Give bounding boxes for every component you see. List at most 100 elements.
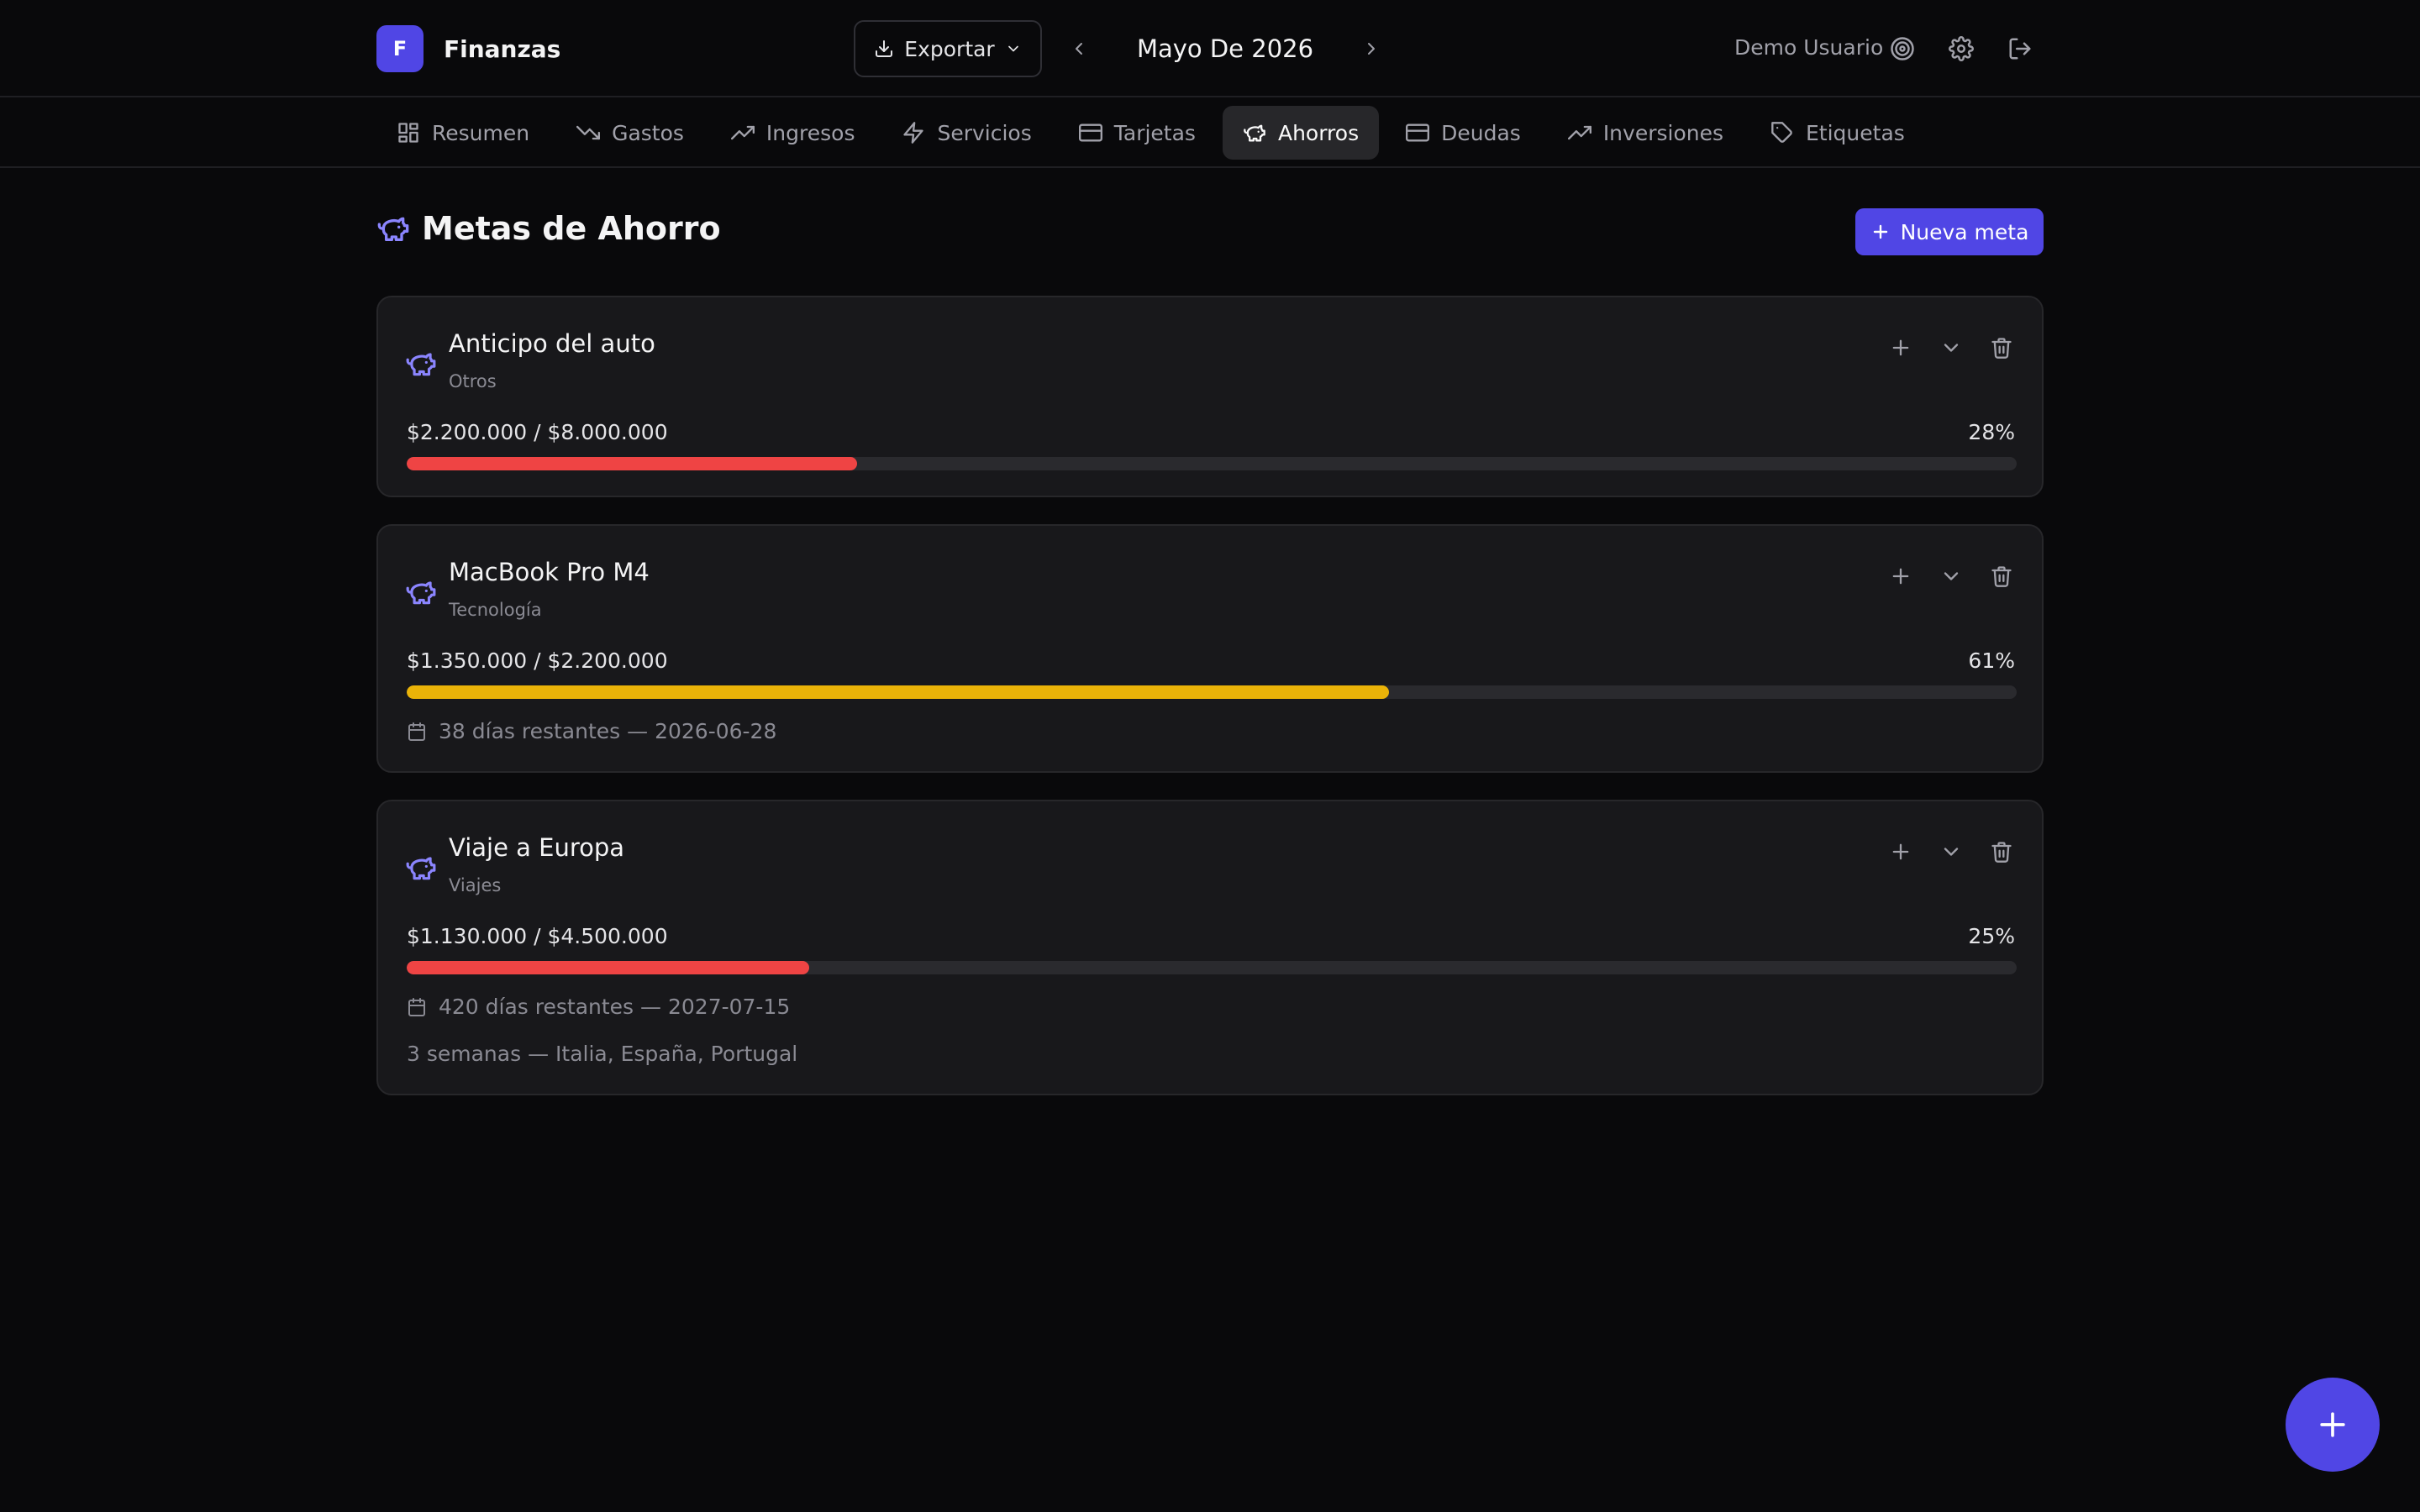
goal-note: 3 semanas — Italia, España, Portugal [407, 1042, 798, 1066]
expand-button[interactable] [1936, 837, 1966, 867]
export-button[interactable]: Exportar [854, 20, 1042, 77]
deadline-text: 420 días restantes — 2027-07-15 [439, 995, 791, 1019]
chevron-left-icon [1069, 39, 1089, 59]
tab-label: Ingresos [765, 120, 855, 145]
piggy-bank-icon [376, 212, 410, 245]
add-contribution-button[interactable] [1886, 333, 1916, 363]
goal-amounts: $2.200.000 / $8.000.000 [407, 420, 668, 444]
top-header: F Finanzas Exportar Mayo De 2026 Demo Us… [0, 0, 2420, 97]
add-contribution-button[interactable] [1886, 837, 1916, 867]
delete-goal-button[interactable] [1986, 837, 2017, 867]
tab-ingresos[interactable]: Ingresos [711, 106, 876, 160]
delete-goal-button[interactable] [1986, 561, 2017, 591]
credit-card-icon [1406, 121, 1430, 144]
new-goal-button[interactable]: Nueva meta [1855, 208, 2044, 255]
progress-track [407, 961, 2017, 974]
goal-deadline: 38 días restantes — 2026-06-28 [407, 719, 776, 743]
trash-icon [1990, 564, 2013, 588]
delete-goal-button[interactable] [1986, 333, 2017, 363]
goal-name: Viaje a Europa [449, 833, 625, 862]
plus-icon [1889, 336, 1912, 360]
chevron-right-icon [1361, 39, 1381, 59]
goal-percent: 61% [1968, 648, 2015, 673]
brand[interactable]: F Finanzas [376, 25, 560, 72]
download-icon [874, 39, 894, 59]
goal-category: Tecnología [449, 600, 542, 620]
trending-up-icon [1567, 121, 1591, 144]
tab-label: Etiquetas [1806, 120, 1905, 145]
progress-track [407, 685, 2017, 699]
goal-percent: 25% [1968, 924, 2015, 948]
goal-card: Anticipo del auto Otros $2.200.000 / $8.… [376, 296, 2044, 497]
piggy-bank-icon [405, 348, 437, 380]
tab-label: Gastos [612, 120, 684, 145]
plus-icon [2314, 1406, 2351, 1443]
page-title: Metas de Ahorro [422, 210, 721, 247]
credit-card-icon [1078, 121, 1102, 144]
tab-gastos[interactable]: Gastos [556, 106, 704, 160]
brand-logo: F [376, 25, 424, 72]
tab-tarjetas[interactable]: Tarjetas [1059, 106, 1216, 160]
goal-category: Otros [449, 371, 497, 391]
plus-icon [1870, 222, 1891, 242]
goal-deadline: 420 días restantes — 2027-07-15 [407, 995, 790, 1019]
progress-fill [407, 961, 809, 974]
progress-fill [407, 685, 1389, 699]
goal-amounts: $1.130.000 / $4.500.000 [407, 924, 668, 948]
goals-target-button[interactable] [1887, 34, 1918, 64]
tab-label: Resumen [432, 120, 530, 145]
dashboard-icon [397, 121, 420, 144]
new-goal-label: Nueva meta [1900, 219, 2029, 244]
tag-icon [1770, 121, 1794, 144]
tab-resumen[interactable]: Resumen [376, 106, 550, 160]
chevron-down-icon [1939, 840, 1963, 864]
floating-add-button[interactable] [2286, 1378, 2380, 1472]
piggy-bank-icon [405, 852, 437, 884]
tab-servicios[interactable]: Servicios [881, 106, 1051, 160]
goal-category: Viajes [449, 875, 502, 895]
goal-card: MacBook Pro M4 Tecnología $1.350.000 / $… [376, 524, 2044, 773]
tab-inversiones[interactable]: Inversiones [1548, 106, 1744, 160]
goal-actions [1886, 333, 2017, 363]
previous-month-button[interactable] [1060, 20, 1097, 77]
tab-etiquetas[interactable]: Etiquetas [1750, 106, 1925, 160]
tab-label: Deudas [1441, 120, 1521, 145]
logout-icon [2007, 36, 2033, 61]
brand-name: Finanzas [444, 34, 561, 63]
zap-icon [902, 121, 925, 144]
progress-fill [407, 457, 858, 470]
trash-icon [1990, 840, 2013, 864]
add-contribution-button[interactable] [1886, 561, 1916, 591]
tab-deudas[interactable]: Deudas [1386, 106, 1541, 160]
piggy-bank-icon [1243, 121, 1266, 144]
next-month-button[interactable] [1353, 20, 1390, 77]
plus-icon [1889, 564, 1912, 588]
expand-button[interactable] [1936, 333, 1966, 363]
tab-list: Resumen Gastos Ingresos Servicios Tarjetas Ah… [376, 106, 1925, 160]
export-label: Exportar [904, 36, 995, 61]
page-heading: Metas de Ahorro [376, 210, 721, 247]
target-icon [1890, 36, 1915, 61]
current-month-label: Mayo De 2026 [1136, 34, 1314, 63]
chevron-down-icon [1939, 336, 1963, 360]
plus-icon [1889, 840, 1912, 864]
calendar-icon [407, 997, 427, 1017]
goal-actions [1886, 561, 2017, 591]
trash-icon [1990, 336, 2013, 360]
goal-card: Viaje a Europa Viajes $1.130.000 / $4.50… [376, 800, 2044, 1095]
settings-button[interactable] [1946, 34, 1976, 64]
deadline-text: 38 días restantes — 2026-06-28 [439, 719, 777, 743]
tab-ahorros[interactable]: Ahorros [1222, 106, 1380, 160]
goal-name: Anticipo del auto [449, 329, 655, 358]
expand-button[interactable] [1936, 561, 1966, 591]
tab-label: Servicios [937, 120, 1032, 145]
logout-button[interactable] [2005, 34, 2035, 64]
user-name: Demo Usuario [1734, 35, 1884, 60]
trending-up-icon [730, 121, 755, 144]
tab-label: Inversiones [1602, 120, 1724, 145]
goal-actions [1886, 837, 2017, 867]
progress-track [407, 457, 2017, 470]
tab-label: Ahorros [1277, 120, 1360, 145]
calendar-icon [407, 722, 427, 742]
chevron-down-icon [1005, 40, 1022, 57]
